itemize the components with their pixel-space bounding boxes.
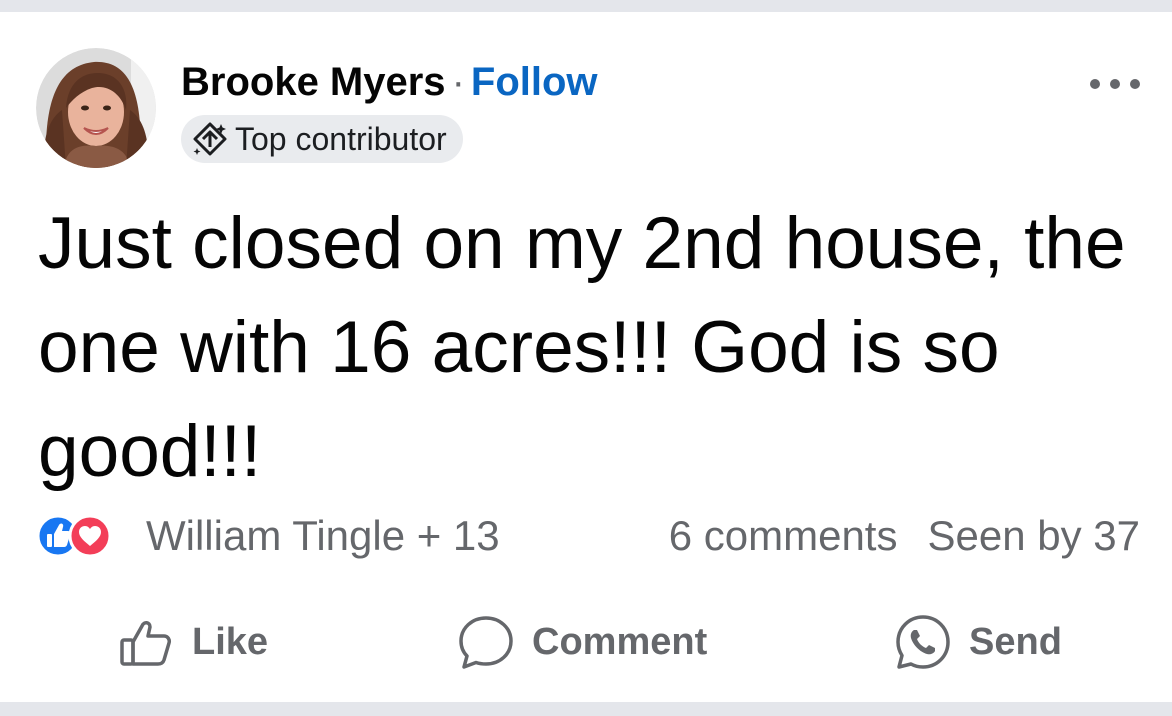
- action-bar: Like Comment Send: [0, 602, 1172, 682]
- separator-dot: ·: [451, 60, 465, 104]
- author-avatar[interactable]: [36, 48, 156, 168]
- badge-label: Top contributor: [235, 120, 447, 157]
- profile-photo: [36, 48, 156, 168]
- follow-button[interactable]: Follow: [471, 60, 598, 104]
- post-stats: 6 comments Seen by 37: [669, 512, 1140, 560]
- author-name[interactable]: Brooke Myers: [181, 60, 446, 104]
- reaction-names: William Tingle + 13: [146, 512, 500, 559]
- like-button[interactable]: Like: [116, 602, 268, 682]
- send-label: Send: [969, 620, 1062, 663]
- send-button[interactable]: Send: [893, 602, 1062, 682]
- like-label: Like: [192, 620, 269, 663]
- more-options-button[interactable]: [1086, 72, 1144, 96]
- comment-button[interactable]: Comment: [456, 602, 707, 682]
- author-line: Brooke Myers · Follow: [181, 58, 598, 106]
- seen-by-count[interactable]: Seen by 37: [927, 512, 1140, 560]
- reactions-summary[interactable]: William Tingle + 13: [36, 512, 500, 560]
- post-card: Brooke Myers · Follow Top contributor Just…: [0, 12, 1172, 702]
- post-body-text: Just closed on my 2nd house, the one wit…: [38, 203, 1126, 492]
- whatsapp-send-icon: [896, 615, 950, 669]
- contributor-badge-icon: [193, 122, 227, 156]
- comment-bubble-icon: [459, 616, 513, 669]
- reaction-icons: [36, 512, 132, 560]
- top-contributor-badge[interactable]: Top contributor: [181, 115, 463, 163]
- more-horizontal-icon: [1090, 79, 1140, 89]
- comment-label: Comment: [532, 620, 708, 663]
- comments-count[interactable]: 6 comments: [669, 512, 898, 560]
- love-reaction-icon: [68, 514, 112, 558]
- thumbs-up-icon: [120, 621, 171, 666]
